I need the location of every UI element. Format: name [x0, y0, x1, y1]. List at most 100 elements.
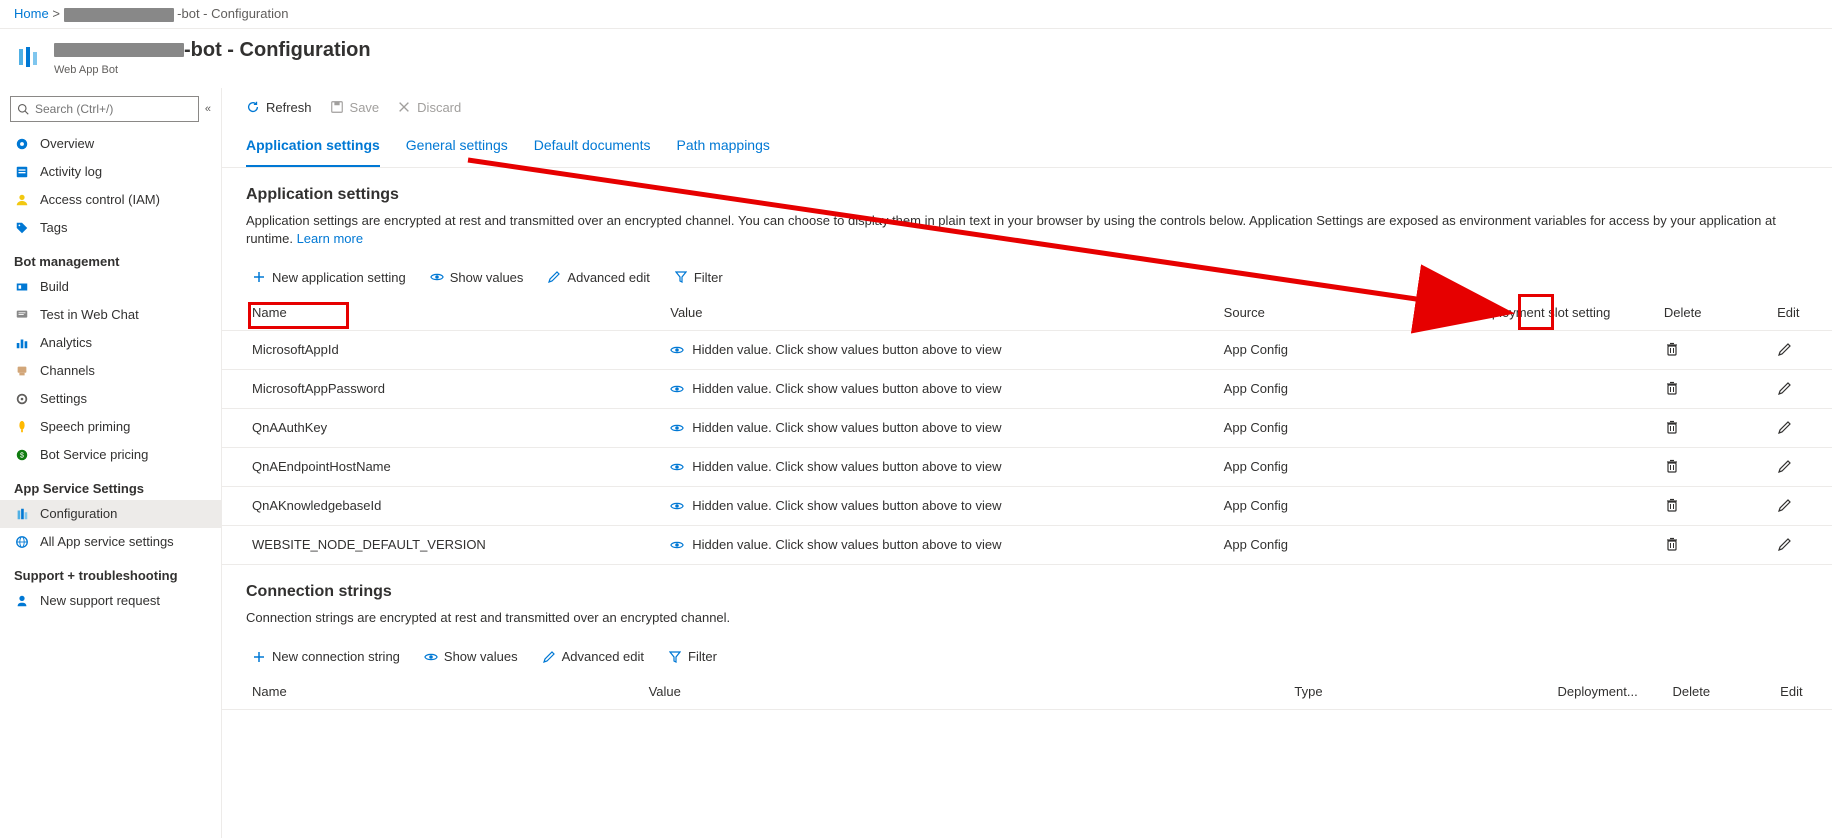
new-connstring-button[interactable]: New connection string	[252, 649, 400, 664]
page-subtitle: Web App Bot	[54, 64, 371, 76]
sidebar-item-label: Bot Service pricing	[40, 447, 148, 462]
sidebar-item-activity-log[interactable]: Activity log	[0, 158, 221, 186]
show-values-button[interactable]: Show values	[430, 270, 524, 285]
delete-icon[interactable]	[1664, 458, 1680, 474]
filter-button[interactable]: Filter	[674, 270, 723, 285]
channels-icon	[14, 363, 30, 379]
appsettings-table: Name Value Source Deployment slot settin…	[222, 295, 1832, 565]
discard-button[interactable]: Discard	[397, 100, 461, 115]
eye-icon[interactable]	[670, 540, 684, 550]
cs-col-type[interactable]: Type	[1286, 674, 1549, 710]
cell-name: WEBSITE_NODE_DEFAULT_VERSION	[222, 525, 662, 564]
col-source[interactable]: Source	[1216, 295, 1468, 331]
cell-deploy	[1467, 486, 1656, 525]
delete-icon[interactable]	[1664, 380, 1680, 396]
title-redacted	[54, 43, 184, 57]
table-row[interactable]: QnAAuthKeyHidden value. Click show value…	[222, 408, 1832, 447]
table-row[interactable]: QnAKnowledgebaseIdHidden value. Click sh…	[222, 486, 1832, 525]
analytics-icon	[14, 335, 30, 351]
advanced-edit-button[interactable]: Advanced edit	[547, 270, 649, 285]
search-input[interactable]	[35, 102, 192, 116]
delete-icon[interactable]	[1664, 341, 1680, 357]
sidebar-section-appsvc: App Service Settings	[0, 469, 221, 500]
sidebar-item-overview[interactable]: Overview	[0, 130, 221, 158]
breadcrumb-home[interactable]: Home	[14, 6, 49, 21]
table-row[interactable]: QnAEndpointHostNameHidden value. Click s…	[222, 447, 1832, 486]
col-name[interactable]: Name	[222, 295, 662, 331]
pencil-icon	[542, 650, 556, 664]
col-value[interactable]: Value	[662, 295, 1215, 331]
sidebar: « Overview Activity log Access control (…	[0, 88, 222, 838]
pencil-icon	[547, 270, 561, 284]
tab-general-settings[interactable]: General settings	[406, 127, 508, 167]
cell-source: App Config	[1216, 330, 1468, 369]
sidebar-section-support: Support + troubleshooting	[0, 556, 221, 587]
title-suffix: -bot - Configuration	[184, 39, 371, 61]
cell-value: Hidden value. Click show values button a…	[662, 447, 1215, 486]
eye-icon[interactable]	[670, 345, 684, 355]
sidebar-item-label: Settings	[40, 391, 87, 406]
sidebar-item-support[interactable]: New support request	[0, 587, 221, 615]
eye-icon[interactable]	[670, 384, 684, 394]
save-button[interactable]: Save	[330, 100, 380, 115]
cs-col-deploy[interactable]: Deployment...	[1550, 674, 1665, 710]
col-delete[interactable]: Delete	[1656, 295, 1769, 331]
toolbar: Refresh Save Discard	[222, 88, 1832, 127]
sidebar-item-speech[interactable]: Speech priming	[0, 413, 221, 441]
filter-button-2[interactable]: Filter	[668, 649, 717, 664]
appsettings-actions: New application setting Show values Adva…	[222, 256, 1832, 295]
sidebar-item-channels[interactable]: Channels	[0, 357, 221, 385]
delete-icon[interactable]	[1664, 536, 1680, 552]
refresh-button[interactable]: Refresh	[246, 100, 312, 115]
edit-icon[interactable]	[1777, 341, 1793, 357]
cs-col-value[interactable]: Value	[641, 674, 1287, 710]
sidebar-item-test-webchat[interactable]: Test in Web Chat	[0, 301, 221, 329]
col-deploy[interactable]: Deployment slot setting	[1467, 295, 1656, 331]
collapse-sidebar-icon[interactable]: «	[205, 103, 211, 115]
advanced-edit-button-2[interactable]: Advanced edit	[542, 649, 644, 664]
connstrings-desc: Connection strings are encrypted at rest…	[246, 609, 1808, 627]
show-values-button-2[interactable]: Show values	[424, 649, 518, 664]
svg-text:$: $	[20, 452, 24, 459]
eye-icon[interactable]	[670, 501, 684, 511]
eye-icon[interactable]	[670, 423, 684, 433]
sidebar-item-pricing[interactable]: $ Bot Service pricing	[0, 441, 221, 469]
sidebar-item-tags[interactable]: Tags	[0, 214, 221, 242]
sidebar-item-iam[interactable]: Access control (IAM)	[0, 186, 221, 214]
delete-icon[interactable]	[1664, 419, 1680, 435]
save-label: Save	[350, 100, 380, 115]
cs-col-edit[interactable]: Edit	[1772, 674, 1832, 710]
tab-default-documents[interactable]: Default documents	[534, 127, 651, 167]
sidebar-item-configuration[interactable]: Configuration	[0, 500, 221, 528]
edit-icon[interactable]	[1777, 380, 1793, 396]
pricing-icon: $	[14, 447, 30, 463]
edit-icon[interactable]	[1777, 419, 1793, 435]
cell-source: App Config	[1216, 525, 1468, 564]
sidebar-item-label: Channels	[40, 363, 95, 378]
sidebar-item-settings[interactable]: Settings	[0, 385, 221, 413]
sidebar-item-analytics[interactable]: Analytics	[0, 329, 221, 357]
plus-icon	[252, 270, 266, 284]
sidebar-item-label: Tags	[40, 220, 67, 235]
cell-deploy	[1467, 330, 1656, 369]
tab-path-mappings[interactable]: Path mappings	[676, 127, 769, 167]
table-row[interactable]: WEBSITE_NODE_DEFAULT_VERSIONHidden value…	[222, 525, 1832, 564]
learn-more-link[interactable]: Learn more	[297, 231, 363, 246]
table-row[interactable]: MicrosoftAppIdHidden value. Click show v…	[222, 330, 1832, 369]
eye-icon[interactable]	[670, 462, 684, 472]
cs-col-name[interactable]: Name	[222, 674, 641, 710]
edit-icon[interactable]	[1777, 458, 1793, 474]
sidebar-item-all-settings[interactable]: All App service settings	[0, 528, 221, 556]
edit-icon[interactable]	[1777, 497, 1793, 513]
delete-icon[interactable]	[1664, 497, 1680, 513]
sidebar-item-build[interactable]: Build	[0, 273, 221, 301]
sidebar-section-bot: Bot management	[0, 242, 221, 273]
col-edit[interactable]: Edit	[1769, 295, 1832, 331]
cs-col-delete[interactable]: Delete	[1665, 674, 1773, 710]
sidebar-search[interactable]	[10, 96, 199, 122]
config-icon	[14, 506, 30, 522]
edit-icon[interactable]	[1777, 536, 1793, 552]
table-row[interactable]: MicrosoftAppPasswordHidden value. Click …	[222, 369, 1832, 408]
tab-application-settings[interactable]: Application settings	[246, 127, 380, 167]
new-appsetting-button[interactable]: New application setting	[252, 270, 406, 285]
